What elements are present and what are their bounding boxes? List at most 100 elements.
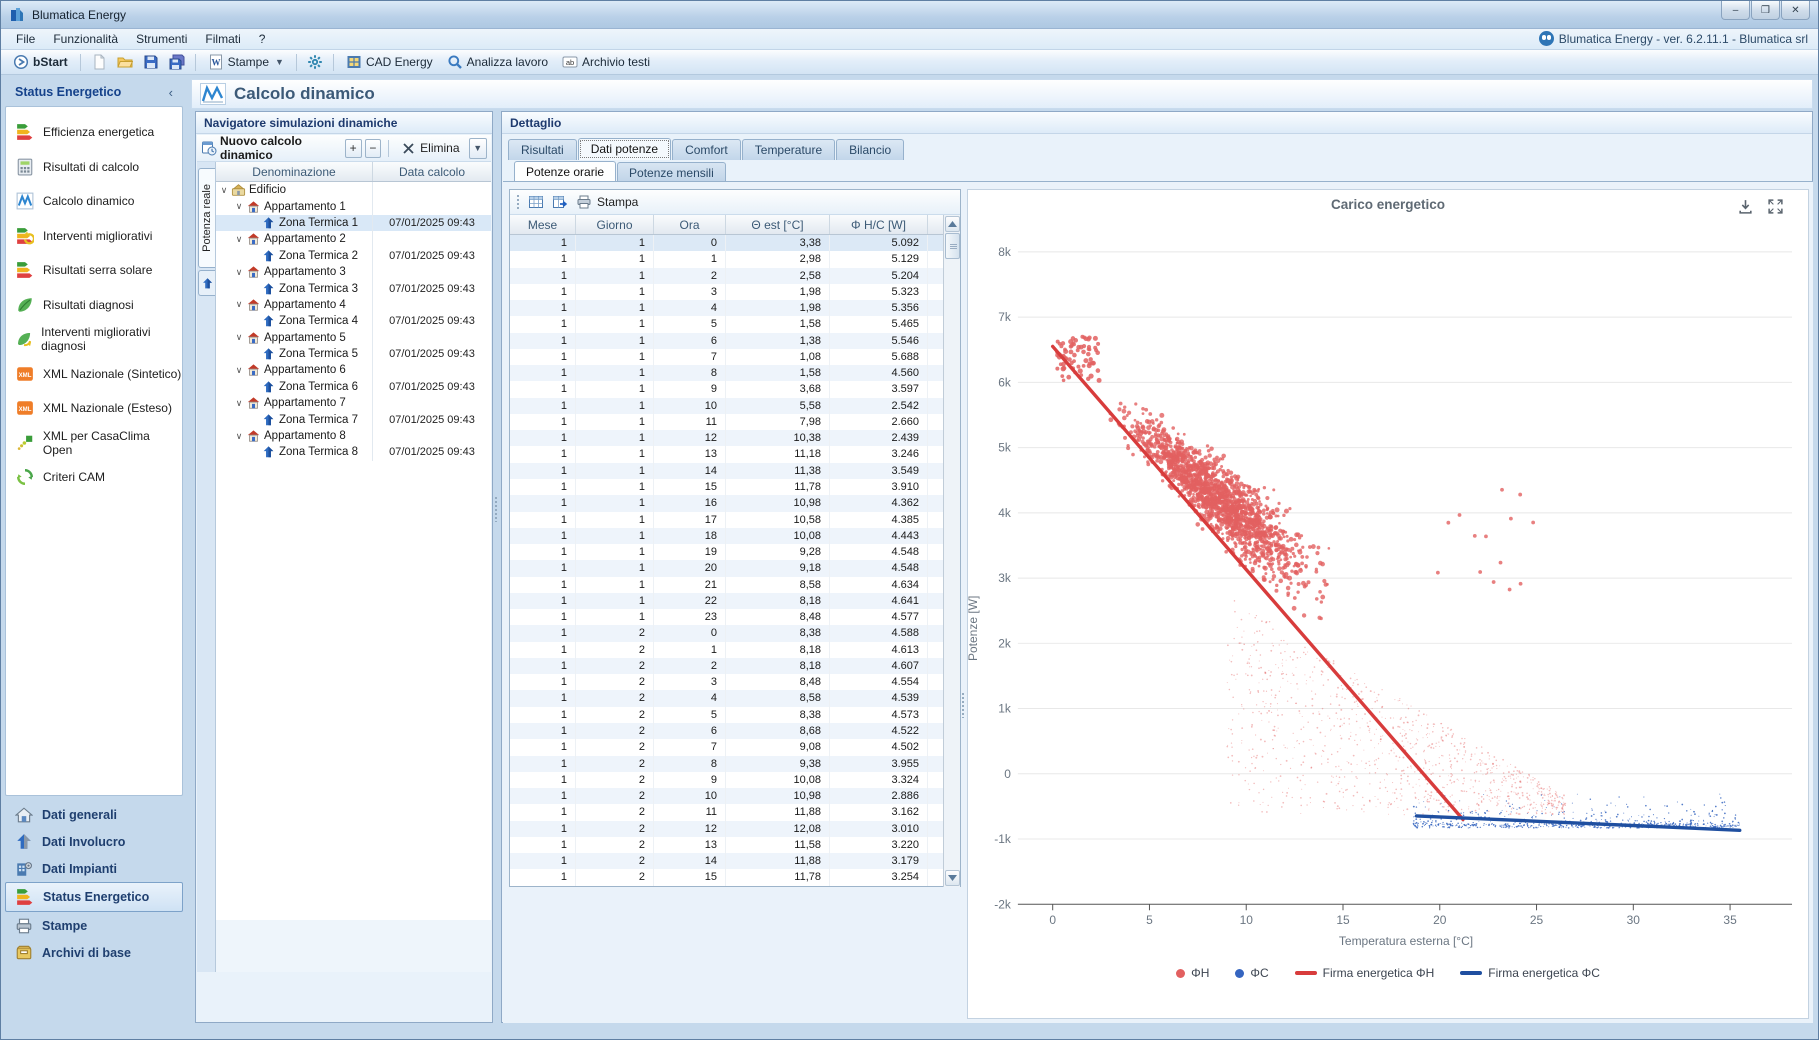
tree-row-appartamento-8[interactable]: ∨Appartamento 8 [216, 428, 491, 444]
grid-row[interactable]: 1151,585.465 [510, 316, 960, 332]
tab-bilancio[interactable]: Bilancio [836, 139, 904, 160]
grid-row[interactable]: 1141,985.356 [510, 300, 960, 316]
tree-col-denominazione[interactable]: Denominazione [216, 162, 372, 181]
tree-col-data-calcolo[interactable]: Data calcolo [372, 162, 491, 181]
sidebar-item-criteri-cam[interactable]: Criteri CAM [6, 460, 182, 495]
grid-row[interactable]: 1258,384.573 [510, 707, 960, 723]
scroll-thumb[interactable] [945, 233, 960, 259]
delete-button[interactable]: Elimina [396, 141, 465, 155]
sidebar-item-xml-per-casaclima-open[interactable]: XML per CasaClima Open [6, 426, 182, 461]
tree-row-appartamento-5[interactable]: ∨Appartamento 5 [216, 330, 491, 346]
sidebar-nav-status-energetico[interactable]: Status Energetico [5, 882, 183, 912]
sidebar-item-interventi-migliorativi[interactable]: Interventi migliorativi [6, 219, 182, 254]
grid-row[interactable]: 111311,183.246 [510, 446, 960, 462]
minimize-button[interactable]: – [1721, 1, 1750, 20]
tree-row-zona-termica-6[interactable]: Zona Termica 607/01/2025 09:43 [216, 379, 491, 395]
grid-col-4[interactable]: Φ H/C [W] [830, 215, 928, 234]
save-all-button[interactable] [165, 52, 189, 72]
panel-splitter[interactable] [494, 111, 499, 1023]
tree-row-appartamento-6[interactable]: ∨Appartamento 6 [216, 362, 491, 378]
tree-collapse-chevron[interactable]: ∨ [233, 299, 245, 310]
export-icon[interactable] [552, 194, 568, 210]
grid-row[interactable]: 1171,085.688 [510, 349, 960, 365]
grid-row[interactable]: 11199,284.548 [510, 544, 960, 560]
grid-row[interactable]: 1193,683.597 [510, 381, 960, 397]
grid-row[interactable]: 11105,582.542 [510, 398, 960, 414]
sidebar-item-efficienza-energetica[interactable]: Efficienza energetica [6, 115, 182, 150]
grid-row[interactable]: 1248,584.539 [510, 690, 960, 706]
grid-row[interactable]: 1161,385.546 [510, 333, 960, 349]
grid-row[interactable]: 11218,584.634 [510, 577, 960, 593]
grid-row[interactable]: 12910,083.324 [510, 772, 960, 788]
grid-row[interactable]: 121111,883.162 [510, 804, 960, 820]
tree-row-appartamento-4[interactable]: ∨Appartamento 4 [216, 297, 491, 313]
save-button[interactable] [139, 52, 163, 72]
new-file-button[interactable] [87, 52, 111, 72]
grid-col-1[interactable]: Giorno [576, 215, 654, 234]
subtab-potenze-orarie[interactable]: Potenze orarie [514, 161, 616, 182]
tree-collapse-chevron[interactable]: ∨ [233, 431, 245, 442]
tab-dati-potenze[interactable]: Dati potenze [578, 138, 671, 160]
tree-row-appartamento-7[interactable]: ∨Appartamento 7 [216, 395, 491, 411]
subtab-potenze-mensili[interactable]: Potenze mensili [617, 162, 726, 182]
sidebar-item-calcolo-dinamico[interactable]: Calcolo dinamico [6, 184, 182, 219]
toolbar-drag-handle[interactable] [516, 194, 520, 210]
grid-row[interactable]: 1112,985.129 [510, 251, 960, 267]
grid-row[interactable]: 1218,184.613 [510, 642, 960, 658]
tree-row-zona-termica-5[interactable]: Zona Termica 507/01/2025 09:43 [216, 346, 491, 362]
tree-collapse-chevron[interactable]: ∨ [218, 185, 230, 196]
grid-row[interactable]: 111210,382.439 [510, 430, 960, 446]
grid-row[interactable]: 1103,385.092 [510, 235, 960, 251]
grid-row[interactable]: 1181,584.560 [510, 365, 960, 381]
grid-row[interactable]: 121212,083.010 [510, 821, 960, 837]
potenza-reale-icon-tab[interactable] [198, 270, 215, 296]
grid-row[interactable]: 11238,484.577 [510, 609, 960, 625]
stampe-button[interactable]: WStampe▼ [202, 52, 290, 72]
grid-scrollbar[interactable] [943, 215, 960, 887]
grid-row[interactable]: 1228,184.607 [510, 658, 960, 674]
new-calc-button[interactable]: Nuovo calcolo dinamico [220, 134, 334, 162]
tree-collapse-chevron[interactable]: ∨ [233, 365, 245, 376]
grid-row[interactable]: 11228,184.641 [510, 593, 960, 609]
tree-collapse-chevron[interactable]: ∨ [233, 201, 245, 212]
close-button[interactable]: ✕ [1781, 1, 1810, 20]
grid-row[interactable]: 121511,783.254 [510, 869, 960, 885]
grid-row[interactable]: 111511,783.910 [510, 479, 960, 495]
print-button[interactable]: Stampa [576, 194, 638, 210]
tab-risultati[interactable]: Risultati [508, 139, 577, 160]
grid-row[interactable]: 1122,585.204 [510, 268, 960, 284]
menu-item-filmati[interactable]: Filmati [196, 30, 249, 48]
settings-button[interactable] [303, 52, 327, 72]
sidebar-nav-stampe[interactable]: Stampe [5, 912, 183, 939]
grid-row[interactable]: 121311,583.220 [510, 837, 960, 853]
menu-item-[interactable]: ? [250, 30, 275, 48]
grid-view-icon[interactable] [528, 194, 544, 210]
archivio-testi-button[interactable]: abArchivio testi [556, 52, 656, 72]
tree-row-zona-termica-3[interactable]: Zona Termica 307/01/2025 09:43 [216, 280, 491, 296]
grid-col-0[interactable]: Mese [510, 215, 576, 234]
maximize-button[interactable]: ❒ [1751, 1, 1780, 20]
grid-col-2[interactable]: Ora [654, 215, 726, 234]
tree-collapse-chevron[interactable]: ∨ [233, 234, 245, 245]
legend-item-firma-energetica-φh[interactable]: Firma energetica ΦH [1295, 966, 1435, 980]
sidebar-item-xml-nazionale-esteso-[interactable]: XMLXML Nazionale (Esteso) [6, 391, 182, 426]
expand-all-button[interactable]: + [345, 139, 362, 158]
legend-item-φc[interactable]: ΦC [1235, 966, 1268, 980]
tree-row-zona-termica-2[interactable]: Zona Termica 207/01/2025 09:43 [216, 248, 491, 264]
grid-row[interactable]: 111810,084.443 [510, 528, 960, 544]
grid-row[interactable]: 1268,684.522 [510, 723, 960, 739]
tree-row-zona-termica-8[interactable]: Zona Termica 807/01/2025 09:43 [216, 444, 491, 460]
tree-row-edificio[interactable]: ∨Edificio [216, 182, 491, 198]
grid-row[interactable]: 111610,984.362 [510, 495, 960, 511]
sidebar-item-risultati-serra-solare[interactable]: Risultati serra solare [6, 253, 182, 288]
sidebar-nav-dati-generali[interactable]: Dati generali [5, 801, 183, 828]
sidebar-item-risultati-di-calcolo[interactable]: Risultati di calcolo [6, 150, 182, 185]
tree-row-appartamento-1[interactable]: ∨Appartamento 1 [216, 198, 491, 214]
grid-row[interactable]: 1289,383.955 [510, 756, 960, 772]
grid-col-3[interactable]: Θ est [°C] [726, 215, 830, 234]
grid-row[interactable]: 1238,484.554 [510, 674, 960, 690]
bstart-button[interactable]: bStart [7, 52, 74, 72]
grid-row[interactable]: 1131,985.323 [510, 284, 960, 300]
grid-row[interactable]: 111710,584.385 [510, 512, 960, 528]
grid-row[interactable]: 1208,384.588 [510, 625, 960, 641]
